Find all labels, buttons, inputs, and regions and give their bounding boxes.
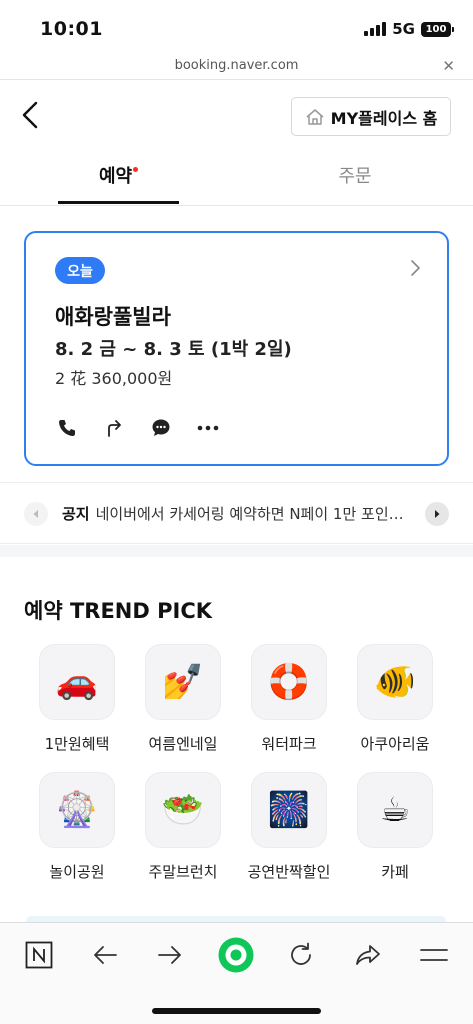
page-header: MY플레이스 홈 — [0, 82, 473, 152]
caret-right-icon — [435, 510, 440, 518]
trend-item-label: 여름엔네일 — [148, 735, 218, 753]
tab-reservation[interactable]: 예약 — [58, 162, 178, 188]
forward-arrow-icon[interactable] — [152, 937, 188, 973]
battery-level: 100 — [425, 23, 447, 35]
home-indicator — [152, 1008, 321, 1014]
trend-item[interactable]: 🎆 공연반짝할인 — [234, 772, 344, 882]
trend-item-label: 1만원혜택 — [44, 735, 110, 753]
trend-item-label: 워터파크 — [261, 735, 317, 753]
notice-next-button[interactable] — [425, 502, 449, 526]
today-badge: 오늘 — [55, 257, 105, 284]
network-label: 5G — [392, 20, 415, 38]
directions-icon[interactable] — [101, 415, 126, 440]
back-button[interactable] — [18, 100, 44, 130]
share-icon[interactable] — [350, 937, 386, 973]
trend-item[interactable]: 🎡 놀이공원 — [22, 772, 132, 882]
ferris-wheel-icon: 🎡 — [39, 772, 115, 848]
tab-reservation-label: 예약 — [98, 166, 133, 187]
close-icon[interactable]: ✕ — [442, 57, 455, 75]
notice-content[interactable]: 공지 네이버에서 카세어링 예약하면 N페이 1만 포인트 적립 — [62, 503, 412, 524]
trend-item[interactable]: 🐠 아쿠아리움 — [340, 644, 450, 754]
naver-n-icon[interactable] — [21, 937, 57, 973]
tropical-fish-icon: 🐠 — [357, 644, 433, 720]
menu-icon[interactable] — [416, 937, 452, 973]
green-home-icon[interactable] — [218, 937, 254, 973]
chat-icon[interactable] — [148, 415, 173, 440]
tab-order-label: 주문 — [338, 166, 372, 187]
caret-left-icon — [33, 510, 38, 518]
trend-item[interactable]: 🛟 워터파크 — [234, 644, 344, 754]
battery-icon: 100 — [421, 21, 454, 37]
trend-item-label: 카페 — [381, 863, 409, 881]
url-text[interactable]: booking.naver.com — [0, 58, 473, 73]
browser-toolbar — [0, 922, 473, 1024]
trend-item[interactable]: 🥗 주말브런치 — [128, 772, 238, 882]
more-icon[interactable] — [195, 415, 220, 440]
trend-item-label: 아쿠아리움 — [360, 735, 430, 753]
car-icon: 🚗 — [39, 644, 115, 720]
status-indicators: 5G 100 — [364, 20, 454, 38]
status-bar: 10:01 5G 100 — [0, 0, 473, 56]
active-tab-indicator — [58, 201, 179, 204]
back-arrow-icon[interactable] — [87, 937, 123, 973]
booking-price: 2 花 360,000원 — [55, 369, 173, 388]
refresh-icon[interactable] — [283, 937, 319, 973]
chevron-right-icon[interactable] — [409, 259, 421, 277]
tab-order[interactable]: 주문 — [295, 162, 415, 188]
trend-item-label: 공연반짝할인 — [247, 863, 331, 881]
home-icon — [306, 108, 324, 125]
booking-dates: 8. 2 금 ~ 8. 3 토 (1박 2일) — [55, 339, 292, 360]
coffee-cup-icon: ☕ — [357, 772, 433, 848]
chevron-left-icon — [22, 101, 38, 129]
notice-label: 공지 — [62, 505, 90, 523]
brunch-plate-icon: 🥗 — [145, 772, 221, 848]
phone-icon[interactable] — [54, 415, 79, 440]
booking-card[interactable]: 오늘 애화랑풀빌라 8. 2 금 ~ 8. 3 토 (1박 2일) 2 花 36… — [24, 231, 449, 466]
trend-item-label: 주말브런치 — [148, 863, 218, 881]
trend-pick-title: 예약 TREND PICK — [24, 599, 212, 623]
trend-item-label: 놀이공원 — [49, 863, 105, 881]
notice-text: 네이버에서 카세어링 예약하면 N페이 1만 포인트 적립 — [95, 505, 412, 523]
my-place-home-button[interactable]: MY플레이스 홈 — [291, 97, 451, 136]
section-divider — [0, 545, 473, 557]
nail-polish-icon: 💅 — [145, 644, 221, 720]
my-place-home-label: MY플레이스 홈 — [330, 108, 438, 128]
notice-banner: 공지 네이버에서 카세어링 예약하면 N페이 1만 포인트 적립 — [0, 482, 473, 544]
trend-item[interactable]: 💅 여름엔네일 — [128, 644, 238, 754]
place-title: 애화랑풀빌라 — [55, 305, 171, 329]
signal-icon — [364, 22, 387, 36]
card-actions — [54, 415, 220, 440]
status-time: 10:01 — [40, 18, 103, 40]
new-dot-badge — [133, 167, 139, 172]
url-bar[interactable]: booking.naver.com ✕ — [0, 56, 473, 80]
notice-prev-button[interactable] — [24, 502, 48, 526]
trend-item[interactable]: 🚗 1만원혜택 — [22, 644, 132, 754]
fireworks-icon: 🎆 — [251, 772, 327, 848]
trend-item[interactable]: ☕ 카페 — [340, 772, 450, 882]
tab-bar: 예약 주문 — [0, 152, 473, 206]
ring-buoy-icon: 🛟 — [251, 644, 327, 720]
